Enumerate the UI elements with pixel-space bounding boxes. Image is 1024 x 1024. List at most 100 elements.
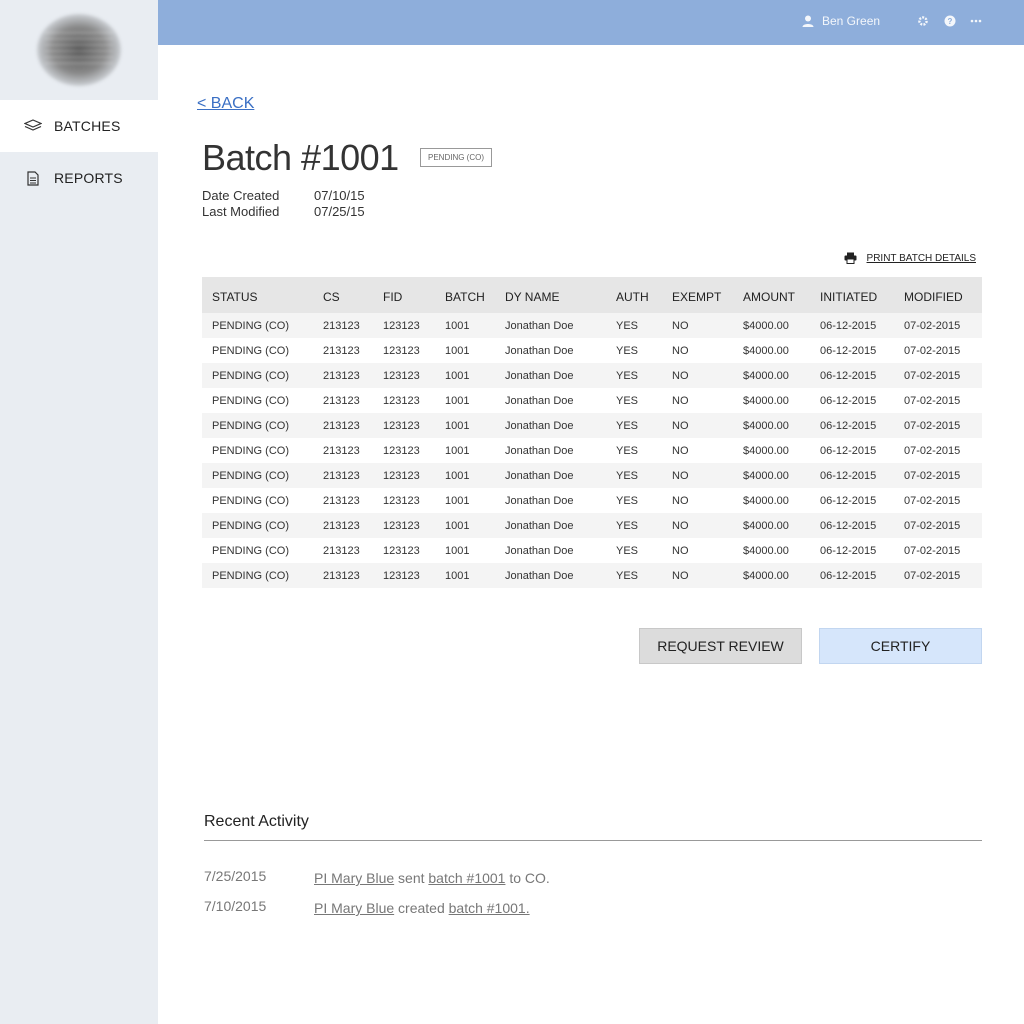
table-row[interactable]: PENDING (CO) 213123 123123 1001 Jonathan Doe… xyxy=(202,563,982,588)
table-cell: PENDING (CO) xyxy=(212,319,289,332)
gear-icon[interactable] xyxy=(916,14,930,28)
column-header[interactable]: MODIFIED xyxy=(894,277,982,313)
table-cell: 213123 xyxy=(323,419,360,432)
table-cell: 07-02-2015 xyxy=(904,369,961,382)
table-cell: YES xyxy=(616,319,639,332)
more-icon[interactable] xyxy=(969,14,983,28)
table-cell: YES xyxy=(616,444,639,457)
table-row[interactable]: PENDING (CO) 213123 123123 1001 Jonathan Doe… xyxy=(202,438,982,463)
column-header[interactable]: AUTH xyxy=(606,277,662,313)
print-batch-details-link[interactable]: PRINT BATCH DETAILS xyxy=(844,252,976,264)
logo[interactable] xyxy=(37,14,121,86)
column-header[interactable]: INITIATED xyxy=(810,277,894,313)
table-cell: $4000.00 xyxy=(743,394,789,407)
table-cell: NO xyxy=(672,394,689,407)
table-cell: YES xyxy=(616,469,639,482)
table-cell: Jonathan Doe xyxy=(505,419,574,432)
table-cell: 1001 xyxy=(445,494,470,507)
table-cell: PENDING (CO) xyxy=(212,469,289,482)
table-cell: 213123 xyxy=(323,469,360,482)
table-cell: 213123 xyxy=(323,394,360,407)
sidebar-item-reports[interactable]: REPORTS xyxy=(0,152,158,204)
table-row[interactable]: PENDING (CO) 213123 123123 1001 Jonathan Doe… xyxy=(202,538,982,563)
table-row[interactable]: PENDING (CO) 213123 123123 1001 Jonathan Doe… xyxy=(202,363,982,388)
table-cell: PENDING (CO) xyxy=(212,344,289,357)
table-cell: 123123 xyxy=(383,344,420,357)
sidebar-item-batches[interactable]: BATCHES xyxy=(0,100,158,152)
svg-text:?: ? xyxy=(948,17,953,26)
table-cell: PENDING (CO) xyxy=(212,519,289,532)
batch-meta: Date Created 07/10/15 Last Modified 07/2… xyxy=(202,188,365,220)
table-cell: $4000.00 xyxy=(743,319,789,332)
table-cell: 1001 xyxy=(445,319,470,332)
activity-actor-link[interactable]: PI Mary Blue xyxy=(314,900,394,916)
table-cell: 06-12-2015 xyxy=(820,469,877,482)
table-cell: NO xyxy=(672,344,689,357)
column-header[interactable]: FID xyxy=(373,277,435,313)
table-cell: NO xyxy=(672,569,689,582)
request-review-button[interactable]: REQUEST REVIEW xyxy=(639,628,802,664)
table-row[interactable]: PENDING (CO) 213123 123123 1001 Jonathan Doe… xyxy=(202,313,982,338)
table-cell: 123123 xyxy=(383,519,420,532)
meta-key: Last Modified xyxy=(202,204,280,219)
table-cell: $4000.00 xyxy=(743,444,789,457)
table-cell: 213123 xyxy=(323,569,360,582)
table-row[interactable]: PENDING (CO) 213123 123123 1001 Jonathan Doe… xyxy=(202,488,982,513)
table-row[interactable]: PENDING (CO) 213123 123123 1001 Jonathan Doe… xyxy=(202,388,982,413)
table-row[interactable]: PENDING (CO) 213123 123123 1001 Jonathan Doe… xyxy=(202,513,982,538)
certify-button[interactable]: CERTIFY xyxy=(819,628,982,664)
table-cell: Jonathan Doe xyxy=(505,319,574,332)
table-cell: 213123 xyxy=(323,544,360,557)
table-cell: YES xyxy=(616,519,639,532)
table-cell: Jonathan Doe xyxy=(505,519,574,532)
column-header[interactable]: AMOUNT xyxy=(733,277,810,313)
column-header[interactable]: EXEMPT xyxy=(662,277,733,313)
table-row[interactable]: PENDING (CO) 213123 123123 1001 Jonathan Doe… xyxy=(202,338,982,363)
table-cell: YES xyxy=(616,494,639,507)
table-cell: Jonathan Doe xyxy=(505,444,574,457)
help-icon[interactable]: ? xyxy=(943,14,957,28)
batch-table: STATUS CS FID BATCH DY NAME AUTH EXEMPT AMOUNT I… xyxy=(202,277,982,588)
table-cell: 06-12-2015 xyxy=(820,444,877,457)
table-cell: 1001 xyxy=(445,444,470,457)
top-bar: Ben Green ? xyxy=(158,0,1024,45)
activity-text: PI Mary Blue created batch #1001. xyxy=(314,898,530,916)
column-header[interactable]: CS xyxy=(313,277,373,313)
table-cell: NO xyxy=(672,369,689,382)
table-cell: 07-02-2015 xyxy=(904,394,961,407)
table-cell: 07-02-2015 xyxy=(904,319,961,332)
user-icon xyxy=(802,15,814,27)
table-cell: 06-12-2015 xyxy=(820,569,877,582)
table-cell: 07-02-2015 xyxy=(904,419,961,432)
layers-icon xyxy=(24,117,42,135)
user-name: Ben Green xyxy=(822,14,881,28)
meta-value: 07/25/15 xyxy=(314,204,365,219)
table-cell: 213123 xyxy=(323,369,360,382)
activity-object-link[interactable]: batch #1001. xyxy=(449,900,530,916)
activity-date: 7/10/2015 xyxy=(204,898,267,914)
table-cell: PENDING (CO) xyxy=(212,544,289,557)
table-cell: NO xyxy=(672,519,689,532)
table-row[interactable]: PENDING (CO) 213123 123123 1001 Jonathan Doe… xyxy=(202,413,982,438)
sidebar-item-label: BATCHES xyxy=(54,118,121,134)
back-link[interactable]: < BACK xyxy=(197,95,254,113)
table-header-row: STATUS CS FID BATCH DY NAME AUTH EXEMPT AMOUNT I… xyxy=(202,277,982,313)
table-cell: 123123 xyxy=(383,319,420,332)
column-header[interactable]: DY NAME xyxy=(495,277,606,313)
activity-text: PI Mary Blue sent batch #1001 to CO. xyxy=(314,868,550,886)
table-row[interactable]: PENDING (CO) 213123 123123 1001 Jonathan Doe… xyxy=(202,463,982,488)
activity-actor-link[interactable]: PI Mary Blue xyxy=(314,870,394,886)
table-cell: 213123 xyxy=(323,319,360,332)
column-header[interactable]: BATCH xyxy=(435,277,495,313)
table-cell: 1001 xyxy=(445,469,470,482)
table-cell: $4000.00 xyxy=(743,519,789,532)
table-cell: YES xyxy=(616,394,639,407)
activity-object-link[interactable]: batch #1001 xyxy=(428,870,505,886)
page-title: Batch #1001 xyxy=(202,137,399,178)
user-menu[interactable]: Ben Green xyxy=(802,14,880,28)
table-cell: Jonathan Doe xyxy=(505,569,574,582)
column-header[interactable]: STATUS xyxy=(202,277,313,313)
table-cell: 06-12-2015 xyxy=(820,344,877,357)
table-cell: 123123 xyxy=(383,394,420,407)
table-cell: YES xyxy=(616,419,639,432)
